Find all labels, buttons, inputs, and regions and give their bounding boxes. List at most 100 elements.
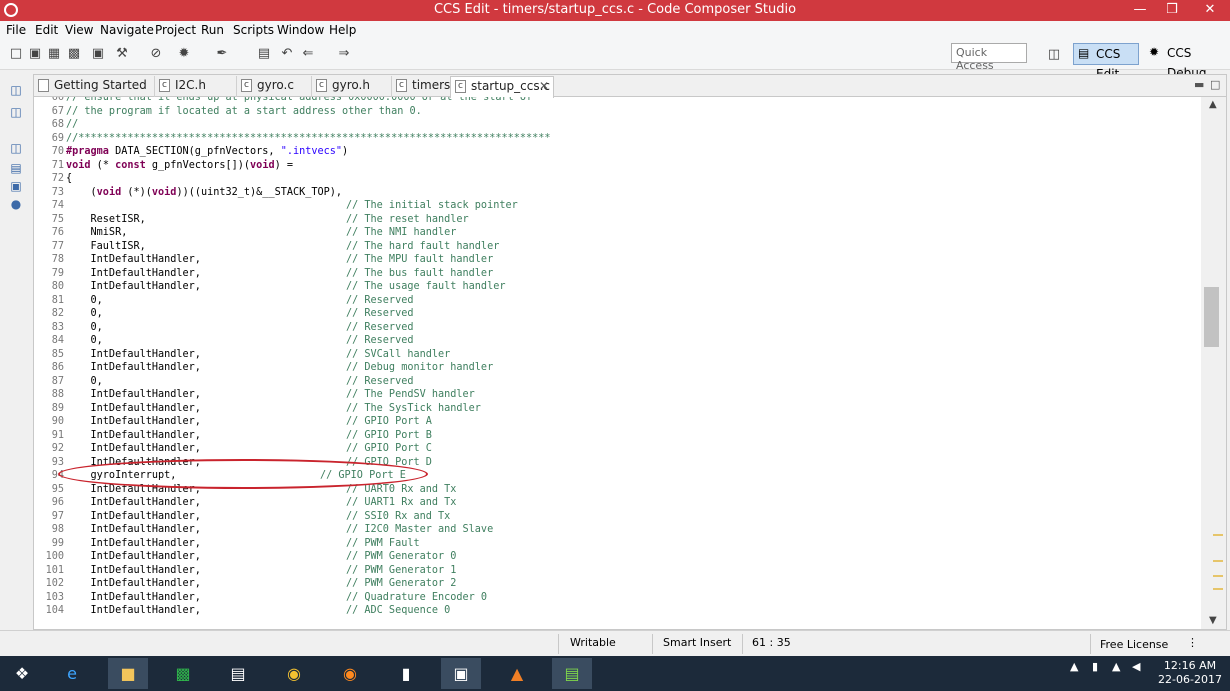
menu-icon[interactable]: ⋮ <box>1187 636 1198 649</box>
save-icon[interactable]: ▣ <box>27 46 43 62</box>
console-icon[interactable]: ▤ <box>8 160 24 176</box>
vertical-scrollbar[interactable]: ▲ ▼ <box>1201 97 1226 629</box>
code-line[interactable]: 88 IntDefaultHandler, // The PendSV handl… <box>34 388 1200 402</box>
taskbar-clock[interactable]: 12:16 AM 22-06-2017 <box>1155 659 1225 687</box>
code-line[interactable]: 100 IntDefaultHandler, // PWM Generator 0 <box>34 550 1200 564</box>
code-line[interactable]: 97 IntDefaultHandler, // SSI0 Rx and Tx <box>34 510 1200 524</box>
code-line[interactable]: 70 #pragma DATA_SECTION(g_pfnVectors, ".i… <box>34 145 1200 159</box>
code-line[interactable]: 78 IntDefaultHandler, // The MPU fault ha… <box>34 253 1200 267</box>
flash-icon[interactable]: ✒ <box>214 46 230 62</box>
internet-explorer-icon[interactable]: e <box>52 658 92 689</box>
code-line[interactable]: 79 IntDefaultHandler, // The bus fault ha… <box>34 267 1200 281</box>
code-line[interactable]: 71 void (* const g_pfnVectors[])(void) = <box>34 159 1200 173</box>
tab-i2c-h[interactable]: c I2C.h <box>155 76 237 97</box>
code-line[interactable]: 74 // The initial stack pointer <box>34 199 1200 213</box>
code-line[interactable]: 103 IntDefaultHandler, // Quadrature Enco… <box>34 591 1200 605</box>
build-icon[interactable]: ⚒ <box>114 46 130 62</box>
overview-ruler-mark[interactable] <box>1213 588 1223 590</box>
tab-getting-started[interactable]: Getting Started <box>34 76 155 97</box>
perspective-ccs-debug[interactable]: ✹ CCS Debug <box>1145 43 1227 80</box>
code-line[interactable]: 69//************************************… <box>34 132 1200 146</box>
firefox-icon[interactable]: ◉ <box>330 658 370 689</box>
tab-startup-ccs-c[interactable]: c startup_ccs.c ✕ <box>450 76 554 98</box>
code-line[interactable]: 82 0, // Reserved <box>34 307 1200 321</box>
code-line[interactable]: 92 IntDefaultHandler, // GPIO Port C <box>34 442 1200 456</box>
code-line[interactable]: 67// the program if located at a start a… <box>34 105 1200 119</box>
debug-icon[interactable]: ✹ <box>176 46 192 62</box>
menu-window[interactable]: Window <box>277 23 324 37</box>
code-line[interactable]: 77 FaultISR, // The hard fault handler <box>34 240 1200 254</box>
tray-expand-icon[interactable]: ▲ <box>1070 660 1078 673</box>
code-line[interactable]: 68// <box>34 118 1200 132</box>
maximize-editor-icon[interactable]: □ <box>1210 78 1220 91</box>
restore-icon[interactable]: ◫ <box>8 140 24 156</box>
code-line[interactable]: 72{ <box>34 172 1200 186</box>
save-all-icon[interactable]: ▦ <box>46 46 62 62</box>
restore-icon[interactable]: ◫ <box>8 82 24 98</box>
terminal-icon[interactable]: ▣ <box>90 46 106 62</box>
perspective-ccs-edit[interactable]: ▤ CCS Edit <box>1073 43 1139 81</box>
code-editor[interactable]: 66// ensure that it ends up at physical … <box>34 97 1200 629</box>
overview-ruler-mark[interactable] <box>1213 560 1223 562</box>
lightbulb-icon[interactable]: ● <box>8 196 24 212</box>
windows-start-icon[interactable]: ❖ <box>2 658 42 689</box>
overview-ruler-mark[interactable] <box>1213 534 1223 536</box>
code-line[interactable]: 75 ResetISR, // The reset handler <box>34 213 1200 227</box>
project-explorer-icon[interactable]: ◫ <box>8 104 24 120</box>
code-line[interactable]: 84 0, // Reserved <box>34 334 1200 348</box>
menu-edit[interactable]: Edit <box>35 23 58 37</box>
print-icon[interactable]: ▩ <box>66 46 82 62</box>
network-icon[interactable]: ▲ <box>1112 660 1120 673</box>
code-line[interactable]: 66// ensure that it ends up at physical … <box>34 97 1200 105</box>
code-line[interactable]: 102 IntDefaultHandler, // PWM Generator 2 <box>34 577 1200 591</box>
minimize-editor-icon[interactable]: ▬ <box>1194 78 1204 91</box>
code-line[interactable]: 81 0, // Reserved <box>34 294 1200 308</box>
scroll-thumb[interactable] <box>1204 287 1219 347</box>
code-line[interactable]: 73 (void (*)(void))((uint32_t)&__STACK_T… <box>34 186 1200 200</box>
menu-run[interactable]: Run <box>201 23 224 37</box>
menu-help[interactable]: Help <box>329 23 356 37</box>
code-line[interactable]: 99 IntDefaultHandler, // PWM Fault <box>34 537 1200 551</box>
code-line[interactable]: 96 IntDefaultHandler, // UART1 Rx and Tx <box>34 496 1200 510</box>
battery-icon[interactable]: ▮ <box>1092 660 1098 673</box>
memory-icon[interactable]: ▤ <box>256 46 272 62</box>
menu-view[interactable]: View <box>65 23 93 37</box>
tab-gyro-c[interactable]: c gyro.c <box>237 76 312 97</box>
code-line[interactable]: 80 IntDefaultHandler, // The usage fault … <box>34 280 1200 294</box>
menu-scripts[interactable]: Scripts <box>233 23 274 37</box>
scroll-down-icon[interactable]: ▼ <box>1209 615 1217 626</box>
code-line[interactable]: 83 0, // Reserved <box>34 321 1200 335</box>
new-icon[interactable]: □ <box>8 46 24 62</box>
code-line[interactable]: 89 IntDefaultHandler, // The SysTick hand… <box>34 402 1200 416</box>
chrome-icon[interactable]: ◉ <box>274 658 314 689</box>
file-explorer-icon[interactable]: ■ <box>108 658 148 689</box>
close-button[interactable]: ✕ <box>1190 0 1230 21</box>
code-line[interactable]: 87 0, // Reserved <box>34 375 1200 389</box>
code-line[interactable]: 98 IntDefaultHandler, // I2C0 Master and … <box>34 523 1200 537</box>
ccs-icon[interactable]: ▣ <box>441 658 481 689</box>
open-perspective-icon[interactable]: ◫ <box>1046 47 1062 63</box>
app-icon[interactable]: ▤ <box>552 658 592 689</box>
quick-access-input[interactable]: Quick Access <box>951 43 1027 72</box>
back-arrow-icon[interactable]: ⇐ <box>300 46 316 62</box>
scroll-up-icon[interactable]: ▲ <box>1209 99 1217 110</box>
overview-ruler-mark[interactable] <box>1213 575 1223 577</box>
forward-arrow-icon[interactable]: ⇒ <box>336 46 352 62</box>
code-line[interactable]: 76 NmiSR, // The NMI handler <box>34 226 1200 240</box>
code-line[interactable]: 91 IntDefaultHandler, // GPIO Port B <box>34 429 1200 443</box>
maximize-button[interactable]: ❒ <box>1157 0 1187 21</box>
menu-file[interactable]: File <box>6 23 26 37</box>
code-line[interactable]: 86 IntDefaultHandler, // Debug monitor ha… <box>34 361 1200 375</box>
code-line[interactable]: 101 IntDefaultHandler, // PWM Generator 1 <box>34 564 1200 578</box>
code-line[interactable]: 90 IntDefaultHandler, // GPIO Port A <box>34 415 1200 429</box>
store-icon[interactable]: ▩ <box>163 658 203 689</box>
minimize-button[interactable]: — <box>1126 0 1154 21</box>
pdf-icon[interactable]: ▲ <box>497 658 537 689</box>
app-icon[interactable]: ▤ <box>218 658 258 689</box>
close-tab-icon[interactable]: ✕ <box>539 77 549 96</box>
code-line[interactable]: 104 IntDefaultHandler, // ADC Sequence 0 <box>34 604 1200 618</box>
code-line[interactable]: 85 IntDefaultHandler, // SVCall handler <box>34 348 1200 362</box>
last-edit-icon[interactable]: ↶ <box>279 46 295 62</box>
document-icon[interactable]: ▮ <box>386 658 426 689</box>
menu-project[interactable]: Project <box>155 23 196 37</box>
